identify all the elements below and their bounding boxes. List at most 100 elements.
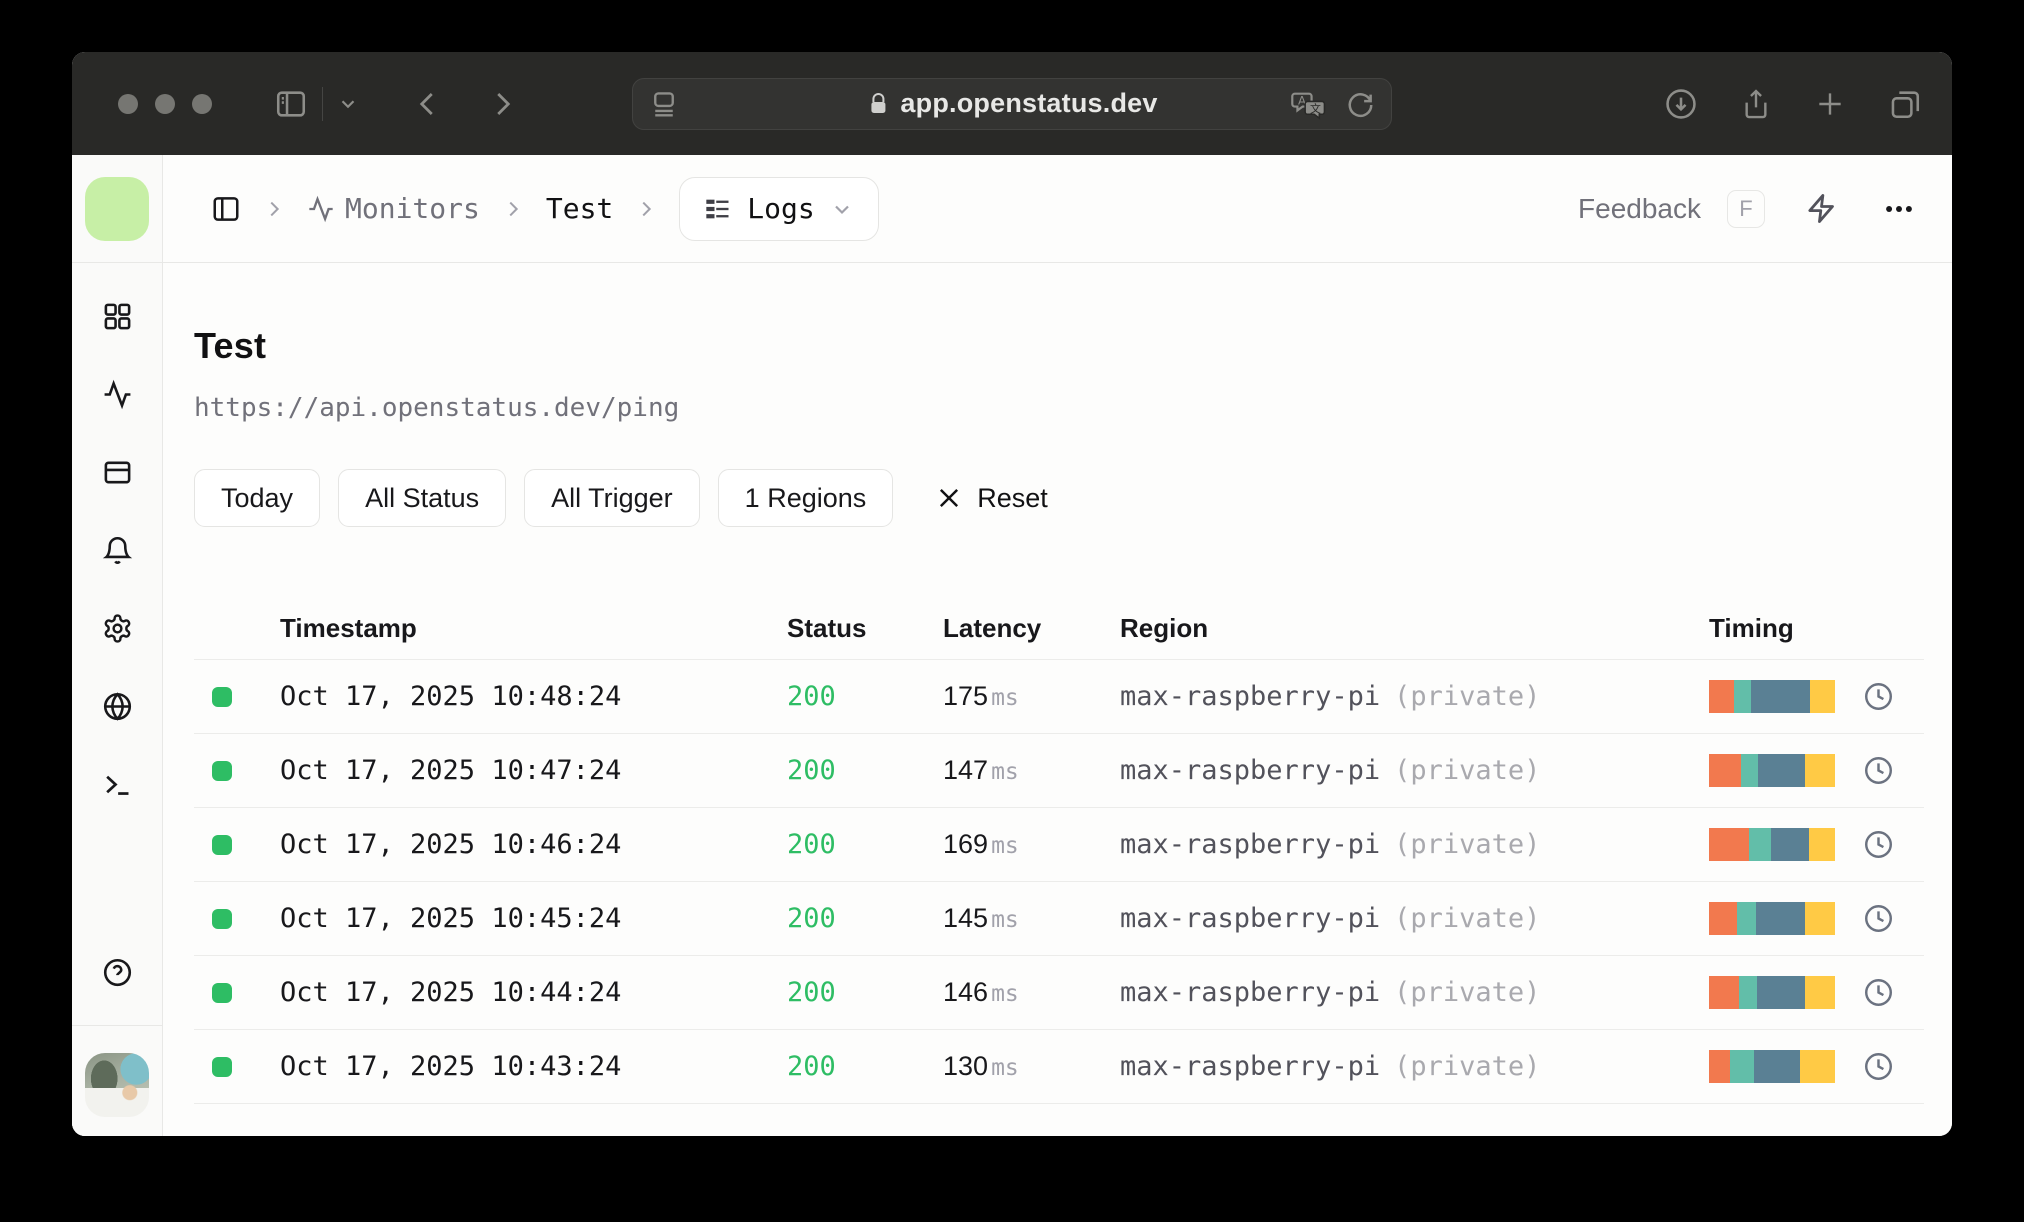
timing-details-button[interactable]: [1835, 903, 1924, 934]
chevron-right-icon: [509, 201, 518, 216]
timing-details-button[interactable]: [1835, 755, 1924, 786]
forward-button[interactable]: [487, 89, 517, 119]
log-row[interactable]: Oct 17, 2025 10:43:24 200 130 ms max-rasp…: [194, 1029, 1924, 1103]
timing-segment-4: [1808, 828, 1835, 861]
minimize-window-button[interactable]: [155, 93, 175, 114]
log-timestamp: Oct 17, 2025 10:43:24: [280, 1051, 622, 1082]
timing-segment-1: [1709, 1050, 1731, 1083]
user-avatar[interactable]: [85, 1053, 149, 1117]
close-icon: [940, 488, 959, 508]
log-region: max-raspberry-pi (private): [1120, 755, 1541, 786]
success-indicator: [212, 908, 232, 929]
downloads-icon[interactable]: [1664, 87, 1698, 121]
feedback-button[interactable]: Feedback: [1578, 193, 1701, 225]
timing-segment-1: [1709, 828, 1750, 861]
timing-segment-2: [1749, 828, 1771, 861]
reset-filters-button[interactable]: Reset: [935, 483, 1048, 514]
sidebar-divider: [72, 1025, 162, 1026]
log-latency: 130 ms: [943, 1051, 1019, 1081]
timing-details-button[interactable]: [1835, 977, 1924, 1008]
timing-segment-3: [1750, 680, 1810, 713]
page-settings-icon[interactable]: [649, 89, 679, 119]
timing-segment-3: [1756, 976, 1805, 1009]
timing-bar[interactable]: [1709, 976, 1835, 1009]
column-header-region: Region: [1120, 612, 1209, 643]
address-bar[interactable]: app.openstatus.dev A 文: [632, 77, 1392, 130]
log-row[interactable]: Oct 17, 2025 10:47:24 200 147 ms max-rasp…: [194, 733, 1924, 807]
timing-segment-4: [1809, 680, 1835, 713]
timing-bar[interactable]: [1709, 754, 1835, 787]
timing-segment-4: [1804, 902, 1835, 935]
timing-details-button[interactable]: [1835, 681, 1924, 712]
sidebar-item-notifications[interactable]: [102, 535, 133, 571]
logs-table-header: Timestamp Status Latency Region Timing: [194, 597, 1924, 659]
timing-bar[interactable]: [1709, 828, 1835, 861]
timing-bar[interactable]: [1709, 902, 1835, 935]
status-filter-button[interactable]: All Status: [338, 469, 507, 527]
chevron-down-icon: [834, 205, 849, 214]
browser-sidebar-icon[interactable]: [274, 87, 308, 121]
timing-segment-2: [1730, 1050, 1755, 1083]
close-window-button[interactable]: [118, 93, 138, 114]
clock-icon: [1865, 905, 1892, 932]
log-row[interactable]: Oct 17, 2025 10:44:24 200 146 ms max-rasp…: [194, 955, 1924, 1029]
new-tab-icon[interactable]: [1814, 88, 1846, 120]
success-indicator: [212, 982, 232, 1003]
log-region: max-raspberry-pi (private): [1120, 829, 1541, 860]
sidebar-item-monitors[interactable]: [102, 379, 133, 415]
log-status-code: 200: [787, 829, 836, 860]
workspace-logo-cell: [72, 155, 163, 262]
log-region: max-raspberry-pi (private): [1120, 977, 1541, 1008]
activity-icon: [104, 379, 130, 410]
sidebar-item-dashboard[interactable]: [102, 301, 133, 337]
tab-group-chevron-icon[interactable]: [337, 93, 359, 115]
success-indicator: [212, 834, 232, 855]
zoom-window-button[interactable]: [192, 93, 212, 114]
log-timestamp: Oct 17, 2025 10:44:24: [280, 977, 622, 1008]
url-text: app.openstatus.dev: [900, 88, 1158, 118]
log-latency: 169 ms: [943, 829, 1019, 859]
layout-grid-icon: [104, 303, 130, 330]
timing-details-button[interactable]: [1835, 1051, 1924, 1082]
panel-left-toggle-icon[interactable]: [211, 194, 241, 224]
back-button[interactable]: [413, 89, 443, 119]
tab-overview-icon[interactable]: [1888, 87, 1922, 121]
success-indicator: [212, 760, 232, 781]
timing-bar[interactable]: [1709, 1050, 1835, 1083]
view-selector-logs[interactable]: Logs: [679, 176, 879, 241]
log-row[interactable]: Oct 17, 2025 10:48:24 200 175 ms max-rasp…: [194, 659, 1924, 733]
timing-bar[interactable]: [1709, 680, 1835, 713]
breadcrumb-monitor-name[interactable]: Test: [546, 192, 613, 225]
sidebar-item-regions[interactable]: [102, 691, 133, 727]
svg-text:文: 文: [1310, 101, 1321, 115]
sidebar-item-cli[interactable]: [102, 769, 133, 805]
breadcrumb: Monitors Test Logs: [211, 176, 879, 241]
log-row[interactable]: Oct 17, 2025 10:46:24 200 169 ms max-rasp…: [194, 807, 1924, 881]
timing-segment-1: [1709, 754, 1741, 787]
translate-icon[interactable]: A 文: [1291, 87, 1327, 121]
timing-segment-2: [1736, 902, 1756, 935]
log-row[interactable]: Oct 17, 2025 10:45:24 200 145 ms max-rasp…: [194, 881, 1924, 955]
timing-details-button[interactable]: [1835, 829, 1924, 860]
view-selector-label: Logs: [747, 192, 815, 225]
bell-icon: [102, 537, 132, 564]
help-circle-icon: [103, 958, 131, 987]
date-filter-button[interactable]: Today: [194, 469, 321, 527]
help-button[interactable]: [102, 957, 133, 993]
column-header-status: Status: [787, 612, 867, 643]
regions-filter-button[interactable]: 1 Regions: [717, 469, 894, 527]
clock-icon: [1865, 979, 1892, 1006]
reload-icon[interactable]: [1345, 89, 1375, 119]
share-icon[interactable]: [1740, 87, 1772, 121]
log-status-code: 200: [787, 977, 836, 1008]
trigger-filter-button[interactable]: All Trigger: [524, 469, 700, 527]
sidebar-item-status-pages[interactable]: [102, 457, 133, 493]
breadcrumb-monitors[interactable]: Monitors: [307, 192, 480, 225]
more-options-icon[interactable]: [1882, 192, 1916, 226]
chevron-right-icon: [642, 201, 652, 216]
gear-icon: [104, 614, 130, 643]
sidebar-item-settings[interactable]: [102, 613, 133, 649]
workspace-logo[interactable]: [85, 176, 149, 241]
clock-icon: [1865, 831, 1892, 858]
zap-icon[interactable]: [1805, 192, 1838, 225]
